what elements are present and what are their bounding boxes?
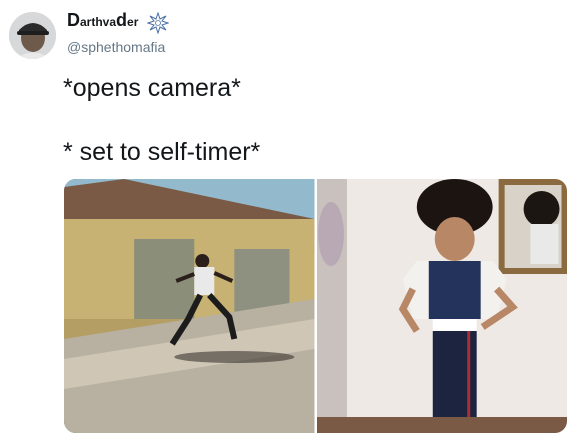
tweet-line: *opens camera* [63,74,241,102]
display-name-part: D [67,10,80,30]
display-name-part: arth [80,15,103,29]
display-name-part: d [116,10,128,30]
author-avatar[interactable] [9,12,56,59]
girl-posing-photo[interactable] [316,179,567,433]
tweet-text: *opens camera* * set to self-timer* [63,72,563,168]
girl-posing-photo-image [316,179,567,433]
display-name-part: er [127,15,139,29]
tweet-media [64,179,567,433]
author-handle[interactable]: @sphethomafia [67,39,165,55]
sparkle-burst-icon [147,12,169,34]
running-man-photo[interactable] [64,179,315,433]
tweet-line: * set to self-timer* [63,138,261,166]
display-name-part: va [102,15,117,29]
author-display-name[interactable]: D arth va d er [67,10,138,31]
avatar-image [9,12,56,59]
running-man-photo-image [64,179,315,433]
